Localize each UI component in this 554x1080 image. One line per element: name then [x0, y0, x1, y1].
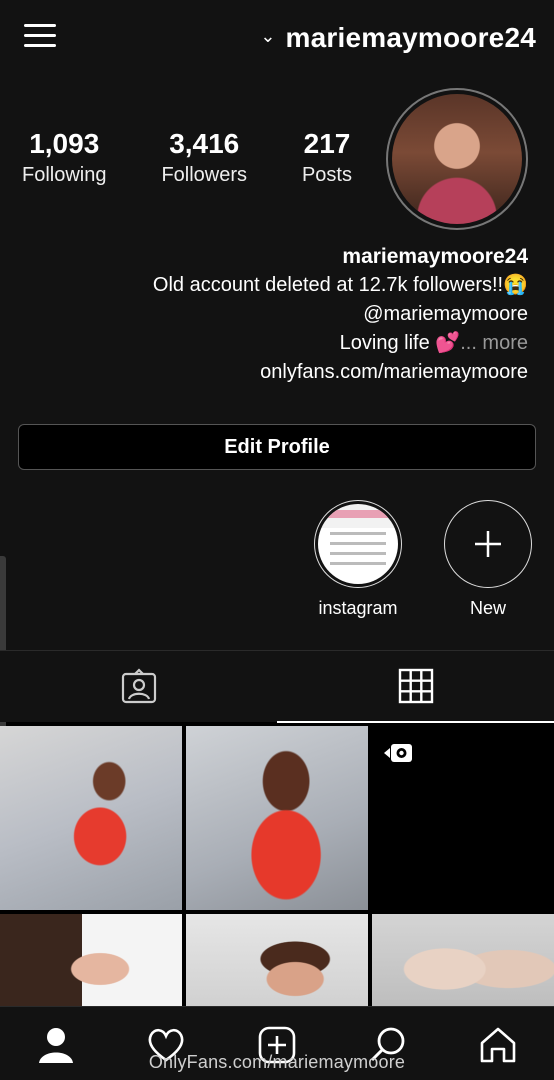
highlight-instagram[interactable]: instagram — [314, 500, 402, 619]
bio-more-link[interactable]: ... more — [460, 332, 528, 354]
grid-post-video[interactable] — [372, 726, 554, 910]
heart-icon — [148, 1028, 184, 1062]
tab-tagged[interactable] — [0, 651, 277, 723]
profile-icon — [39, 1028, 73, 1063]
highlight-new-label: New — [469, 598, 506, 618]
chevron-down-icon: ⌄ — [260, 25, 276, 46]
grid-post[interactable] — [372, 914, 554, 1014]
nav-home[interactable] — [476, 1023, 520, 1067]
bio: mariemaymoore24 Old account deleted at 1… — [153, 242, 528, 387]
grid-post[interactable] — [0, 914, 182, 1014]
followers-stat[interactable]: 3,416 Followers — [161, 128, 247, 187]
nav-new-post[interactable] — [255, 1023, 299, 1067]
bio-line-3-text: Loving life 💕 — [339, 332, 461, 354]
avatar-image — [392, 94, 522, 224]
tagged-person-icon — [121, 668, 156, 704]
bio-line-2: @mariemaymoore — [363, 303, 528, 325]
posts-grid — [0, 724, 554, 1014]
profile-tabs — [0, 650, 554, 723]
add-post-icon — [258, 1026, 296, 1064]
profile-stats: 1,093 Following 3,416 Followers 217 Post… — [22, 128, 352, 187]
home-icon — [480, 1027, 516, 1063]
posts-count: 217 — [303, 128, 351, 159]
grid-post[interactable] — [0, 726, 182, 910]
bio-website-link[interactable]: onlyfans.com/mariemaymoore — [153, 358, 528, 387]
avatar[interactable] — [386, 88, 528, 230]
top-bar: ⌄ mariemaymoore24 — [0, 0, 554, 80]
account-switcher[interactable]: ⌄ mariemaymoore24 — [260, 22, 536, 54]
grid-post[interactable] — [186, 726, 368, 910]
bio-line-3: Loving life 💕... more — [153, 329, 528, 358]
grid-icon — [398, 668, 433, 704]
followers-label: Followers — [161, 164, 248, 186]
posts-label: Posts — [301, 164, 352, 186]
search-icon — [370, 1027, 405, 1062]
bio-line-1: Old account deleted at 12.7k followers!!… — [152, 274, 528, 296]
following-label: Following — [22, 164, 107, 186]
hamburger-menu-icon[interactable] — [24, 22, 56, 50]
tab-grid[interactable] — [277, 651, 554, 723]
username-title: mariemaymoore24 — [285, 22, 536, 53]
bottom-navigation — [0, 1006, 554, 1080]
nav-activity[interactable] — [144, 1023, 188, 1067]
highlight-instagram-circle — [314, 500, 402, 588]
nav-profile[interactable] — [34, 1023, 78, 1067]
grid-post[interactable] — [186, 914, 368, 1014]
posts-stat[interactable]: 217 Posts — [302, 128, 352, 187]
profile-name: mariemaymoore24 — [342, 245, 528, 268]
nav-search[interactable] — [366, 1023, 410, 1067]
following-stat[interactable]: 1,093 Following — [22, 128, 106, 187]
following-count: 1,093 — [29, 128, 100, 159]
highlight-instagram-label: instagram — [318, 598, 398, 618]
highlight-new[interactable]: New — [444, 500, 532, 619]
highlight-new-circle — [444, 500, 532, 588]
profile-section: 1,093 Following 3,416 Followers 217 Post… — [0, 80, 554, 650]
video-camera-icon — [384, 744, 412, 762]
followers-count: 3,416 — [169, 128, 240, 159]
highlight-thumbnail — [318, 504, 398, 584]
edit-profile-button[interactable]: Edit Profile — [18, 424, 536, 470]
story-highlights: instagram New — [0, 500, 554, 630]
plus-icon — [475, 531, 501, 557]
